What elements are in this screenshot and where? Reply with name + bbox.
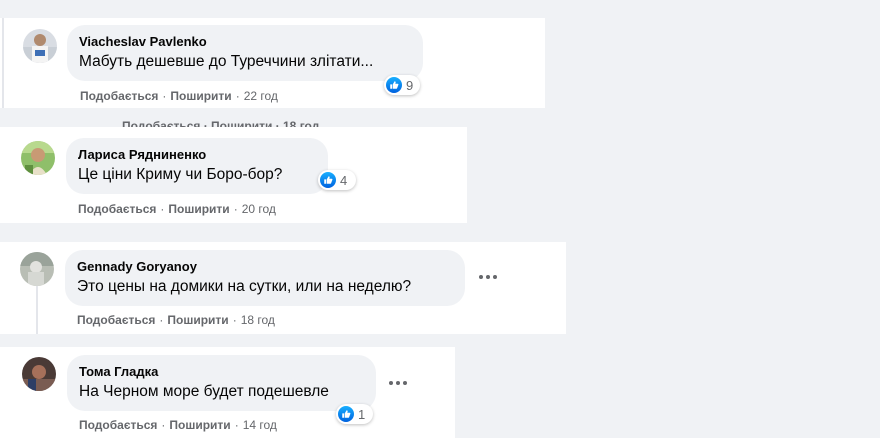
avatar[interactable] [21, 141, 55, 175]
reaction-summary[interactable]: 1 [336, 404, 373, 424]
separator: · [233, 202, 238, 216]
comment-text: Це ціни Криму чи Боро-бор? [78, 166, 283, 183]
share-button[interactable]: Поширити [167, 313, 228, 327]
like-icon [386, 77, 402, 93]
like-button[interactable]: Подобається [80, 89, 158, 103]
comment-author[interactable]: Лариса Рядниненко [78, 146, 316, 163]
comment-bubble: Gennady Goryanoy Это цены на домики на с… [65, 250, 465, 306]
separator: · [234, 418, 239, 432]
more-options-icon [389, 381, 393, 385]
comment-actions: Подобається · Поширити · 20 год [78, 201, 276, 217]
separator: · [235, 89, 240, 103]
avatar-photo-icon [21, 141, 55, 175]
separator: · [159, 313, 164, 327]
ghost-actions-row: Подобається · Поширити · 18 год [122, 119, 320, 127]
like-icon [320, 172, 336, 188]
comment-author[interactable]: Тома Гладка [79, 363, 364, 380]
avatar[interactable] [22, 357, 56, 391]
thread-line [2, 18, 4, 108]
like-icon [338, 406, 354, 422]
reaction-count: 9 [406, 77, 414, 93]
like-button[interactable]: Подобається [79, 418, 157, 432]
avatar-photo-icon [23, 29, 57, 63]
avatar[interactable] [23, 29, 57, 63]
more-options-icon [479, 275, 483, 279]
like-button[interactable]: Подобається [77, 313, 155, 327]
more-options-button[interactable] [384, 373, 412, 393]
comment-text: Мабуть дешевше до Туреччини злітати... [79, 53, 374, 70]
reaction-count: 4 [340, 172, 348, 188]
comment-bubble: Лариса Рядниненко Це ціни Криму чи Боро-… [66, 138, 328, 194]
share-button[interactable]: Поширити [168, 202, 229, 216]
comment-actions: Подобається · Поширити · 22 год [80, 88, 278, 104]
like-button[interactable]: Подобається [78, 202, 156, 216]
comment-actions: Подобається · Поширити · 18 год [77, 312, 275, 328]
comment-bubble: Viacheslav Pavlenko Мабуть дешевше до Ту… [67, 25, 423, 81]
share-button[interactable]: Поширити [170, 89, 231, 103]
comment-time[interactable]: 20 год [242, 202, 276, 216]
avatar-photo-icon [20, 252, 54, 286]
comment-text: Это цены на домики на сутки, или на неде… [77, 278, 412, 295]
reaction-summary[interactable]: 4 [318, 170, 356, 190]
reaction-summary[interactable]: 9 [384, 75, 420, 95]
comment-author[interactable]: Viacheslav Pavlenko [79, 33, 411, 50]
separator: · [232, 313, 237, 327]
thread-line [36, 286, 38, 334]
comment-author[interactable]: Gennady Goryanoy [77, 258, 453, 275]
comment-text: На Черном море будет подешевле [79, 383, 329, 400]
comment-time[interactable]: 14 год [243, 418, 277, 432]
comment-time[interactable]: 18 год [241, 313, 275, 327]
comment-bubble: Тома Гладка На Черном море будет подешев… [67, 355, 376, 411]
separator: · [161, 418, 166, 432]
separator: · [162, 89, 167, 103]
reaction-count: 1 [358, 406, 366, 422]
more-options-button[interactable] [474, 267, 502, 287]
comment-actions: Подобається · Поширити · 14 год [79, 417, 277, 433]
avatar-photo-icon [22, 357, 56, 391]
avatar[interactable] [20, 252, 54, 286]
separator: · [160, 202, 165, 216]
share-button[interactable]: Поширити [169, 418, 230, 432]
comment-time[interactable]: 22 год [244, 89, 278, 103]
